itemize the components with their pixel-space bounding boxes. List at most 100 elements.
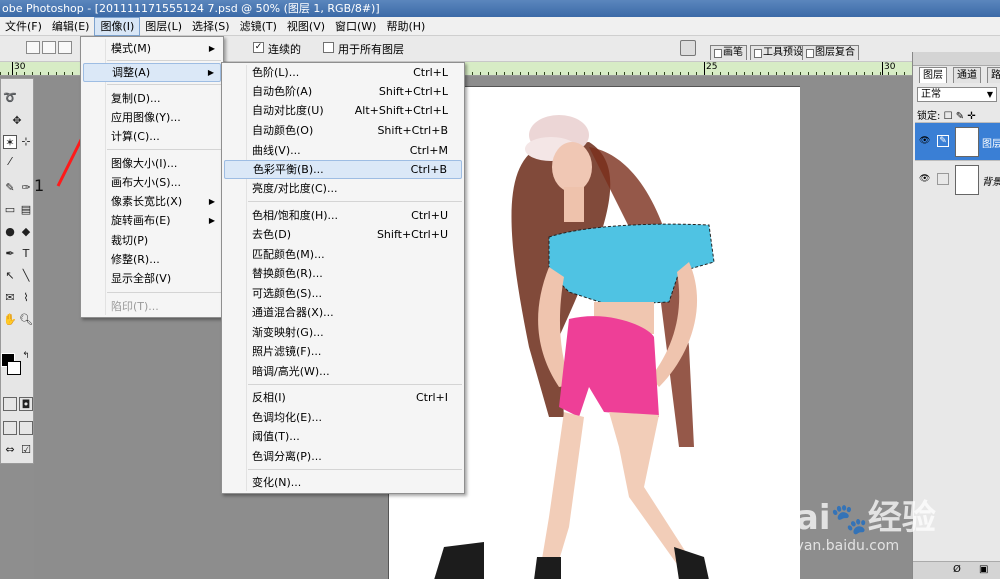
menu-separator [248,384,462,385]
menu-item-label: 可选颜色(S)... [252,287,323,300]
menu-item-label: 亮度/对比度(C)... [252,182,338,195]
layer-name[interactable]: 背景 [982,173,1000,188]
menu-item-label: 像素长宽比(X) [111,195,183,208]
menu-item-selective-color[interactable]: 可选颜色(S)... [224,284,462,303]
blend-mode-select[interactable]: 正常 ▼ [917,87,997,102]
menu-item-label: 阈值(T)... [252,430,300,443]
menu-item-auto-contrast[interactable]: 自动对比度(U) Alt+Shift+Ctrl+L [224,101,462,120]
menu-item-trap: 陷印(T)... [83,297,221,316]
menu-item-photo-filter[interactable]: 照片滤镜(F)... [224,342,462,361]
menu-item-label: 显示全部(V) [111,272,172,285]
lock-transparency-icon[interactable]: ☐ [944,111,953,122]
menu-item-posterize[interactable]: 色调分离(P)... [224,447,462,466]
menu-item-label: 替换颜色(R)... [252,267,323,280]
menu-item-shortcut: Ctrl+B [410,163,447,176]
menu-item-shadow-highlight[interactable]: 暗调/高光(W)... [224,362,462,381]
menu-item-image-size[interactable]: 图像大小(I)... [83,154,221,173]
menu-item-gradient-map[interactable]: 渐变映射(G)... [224,323,462,342]
menu-item-shortcut: Ctrl+M [409,144,448,157]
menu-item-label: 模式(M) [111,42,152,55]
menu-item-canvas-size[interactable]: 画布大小(S)... [83,173,221,192]
menu-item-crop[interactable]: 裁切(P) [83,231,221,250]
menu-item-equalize[interactable]: 色调均化(E)... [224,408,462,427]
link-box[interactable] [937,173,949,185]
menu-item-shortcut: Shift+Ctrl+U [376,228,448,241]
menu-item-color-balance[interactable]: 色彩平衡(B)... Ctrl+B [224,160,462,179]
layer-name[interactable]: 图层 [982,135,1000,150]
adjustments-submenu: 色阶(L)... Ctrl+L 自动色阶(A) Shift+Ctrl+L 自动对比度… [221,62,465,494]
menu-separator [248,469,462,470]
menu-item-label: 匹配颜色(M)... [252,248,325,261]
menu-item-desaturate[interactable]: 去色(D) Shift+Ctrl+U [224,225,462,244]
submenu-arrow-icon: ▶ [207,68,214,77]
menu-item-duplicate[interactable]: 复制(D)... [83,89,221,108]
menu-item-apply-image[interactable]: 应用图像(Y)... [83,108,221,127]
menu-separator [107,60,221,61]
submenu-arrow-icon: ▶ [208,216,215,225]
menu-item-brightness-contrast[interactable]: 亮度/对比度(C)... [224,179,462,198]
menu-item-shortcut: Ctrl+U [411,209,448,222]
menu-item-invert[interactable]: 反相(I) Ctrl+I [224,388,462,407]
menu-item-shortcut: Ctrl+L [413,66,448,79]
layer-style-icon[interactable]: Ø [953,564,961,575]
menu-item-label: 自动颜色(O) [252,124,314,137]
visibility-eye-icon[interactable]: 👁︎ [919,136,931,146]
menu-item-label: 反相(I) [252,391,286,404]
image-menu: 模式(M) ▶ 调整(A) ▶ 复制(D)... 应用图像(Y)... 计算(C).… [80,36,224,318]
lock-position-icon[interactable]: ✛ [967,111,975,122]
menu-separator [107,292,221,293]
menu-item-auto-color[interactable]: 自动颜色(O) Shift+Ctrl+B [224,121,462,140]
tab-layers[interactable]: 图层 [919,67,947,83]
tab-channels[interactable]: 通道 [953,67,981,83]
menu-item-curves[interactable]: 曲线(V)... Ctrl+M [224,141,462,160]
blend-mode-value: 正常 [921,89,941,100]
brush-link-icon[interactable]: ✎ [937,135,949,147]
visibility-eye-icon[interactable]: 👁︎ [919,174,931,184]
panel-bottom-bar: Ø ▣ [913,561,1000,579]
menu-item-label: 色阶(L)... [252,66,300,79]
menu-item-levels[interactable]: 色阶(L)... Ctrl+L [224,63,462,82]
layer-thumbnail [955,127,979,157]
panel-tabs: 图层 通道 路 [913,67,1000,83]
menu-item-rotate-canvas[interactable]: 旋转画布(E) ▶ [83,211,221,230]
menu-item-label: 色调均化(E)... [252,411,323,424]
menu-item-label: 色相/饱和度(H)... [252,209,339,222]
menu-item-pixel-aspect[interactable]: 像素长宽比(X) ▶ [83,192,221,211]
menu-item-label: 变化(N)... [252,476,302,489]
menu-item-hue-saturation[interactable]: 色相/饱和度(H)... Ctrl+U [224,206,462,225]
menu-item-label: 陷印(T)... [111,300,159,313]
menu-item-label: 复制(D)... [111,92,161,105]
panel-title-bar[interactable] [913,52,1000,66]
menu-item-replace-color[interactable]: 替换颜色(R)... [224,264,462,283]
menu-item-shortcut: Alt+Shift+Ctrl+L [354,104,448,117]
watermark-logo: Bai🐾经验 [770,490,936,539]
menu-item-auto-levels[interactable]: 自动色阶(A) Shift+Ctrl+L [224,82,462,101]
menu-item-channel-mixer[interactable]: 通道混合器(X)... [224,303,462,322]
annotation-step-1: 1 [34,176,45,195]
menu-item-variations[interactable]: 变化(N)... [224,473,462,492]
menu-item-label: 应用图像(Y)... [111,111,181,124]
menu-item-label: 暗调/高光(W)... [252,365,330,378]
watermark-brand: Bai [770,498,831,538]
menu-separator [248,201,462,202]
menu-item-label: 照片滤镜(F)... [252,345,322,358]
menu-item-label: 图像大小(I)... [111,157,178,170]
menu-item-mode[interactable]: 模式(M) ▶ [83,39,221,58]
photoshop-window: obe Photoshop - [201111171555124 7.psd @… [0,0,1000,579]
lock-label: 锁定: [917,111,941,122]
layer-row-background[interactable]: 👁︎ 背景 [915,160,1000,198]
menu-item-reveal-all[interactable]: 显示全部(V) [83,269,221,288]
menu-item-trim[interactable]: 修整(R)... [83,250,221,269]
menu-item-threshold[interactable]: 阈值(T)... [224,427,462,446]
layer-row-layer1[interactable]: 👁︎ ✎ 图层 [915,122,1000,160]
menu-item-match-color[interactable]: 匹配颜色(M)... [224,245,462,264]
new-layer-icon[interactable]: ▣ [979,564,988,575]
menu-item-label: 裁切(P) [111,234,149,247]
menu-item-label: 色彩平衡(B)... [253,163,324,176]
tab-paths[interactable]: 路 [987,67,1000,83]
submenu-arrow-icon: ▶ [208,44,215,53]
menu-item-label: 修整(R)... [111,253,160,266]
menu-item-calculations[interactable]: 计算(C)... [83,127,221,146]
menu-item-adjustments[interactable]: 调整(A) ▶ [83,63,221,82]
lock-pixels-icon[interactable]: ✎ [956,111,964,122]
